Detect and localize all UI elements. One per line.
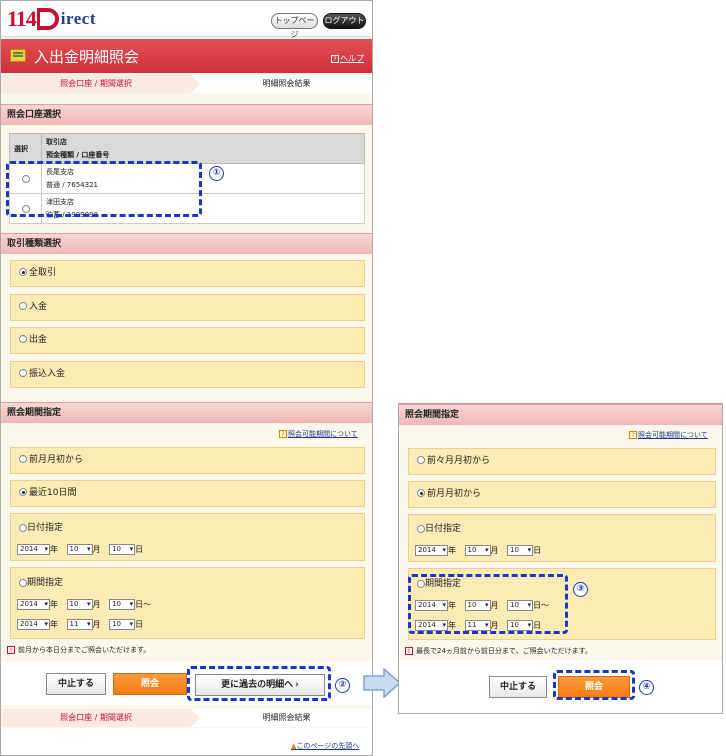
txn-option-deposit[interactable]: 入金 xyxy=(10,294,365,321)
left-screen: 114 irect トップページ ログアウト 入出金明細照会 ? ヘルプ 照会口座… xyxy=(0,0,373,756)
period-note: ! 前月から本日分までご照会いただけます。 xyxy=(7,645,150,655)
arrow-right-icon xyxy=(363,668,402,698)
page-title: 入出金明細照会 xyxy=(34,48,140,66)
radio[interactable] xyxy=(19,335,27,343)
month-select[interactable]: 10 xyxy=(66,544,93,555)
logout-button[interactable]: ログアウト xyxy=(323,13,366,29)
help-link[interactable]: ? ヘルプ xyxy=(331,53,364,64)
period-option-recent-10[interactable]: 最近10日間 xyxy=(10,480,365,507)
ledger-icon xyxy=(10,49,26,62)
col-branch-type: 取引店 預金種類 / 口座番号 xyxy=(41,133,365,164)
year-select[interactable]: 2014 xyxy=(17,544,50,555)
period-option-date[interactable]: 日付指定 2014年 10月 10日 xyxy=(10,513,365,561)
annotation-box-2 xyxy=(187,666,331,701)
annotation-box-1 xyxy=(6,161,202,217)
page-title-bar: 入出金明細照会 ? ヘルプ xyxy=(1,39,372,73)
radio[interactable] xyxy=(19,302,27,310)
cancel-button[interactable]: 中止する xyxy=(489,676,547,698)
period-info-link[interactable]: ? 照会可能期間について xyxy=(279,429,358,439)
radio[interactable] xyxy=(417,456,425,464)
period-option-prev2-month[interactable]: 前々月月初から xyxy=(408,448,716,475)
period-section-heading: 照会期間指定 xyxy=(1,402,372,423)
help-icon: ? xyxy=(629,431,637,439)
marker-3: ③ xyxy=(573,582,588,597)
footer-step-indicator: 照会口座 / 期間選択 明細照会結果 xyxy=(1,709,372,727)
top-page-button[interactable]: トップページ xyxy=(271,13,318,39)
table-header-row: 選択 取引店 預金種類 / 口座番号 xyxy=(9,133,365,164)
txn-option-all[interactable]: 全取引 xyxy=(10,260,365,287)
range-from-row: 2014年 10月 10日～ xyxy=(17,599,151,610)
bank-logo: 114 irect xyxy=(7,6,97,31)
annotation-box-3 xyxy=(408,574,568,634)
month-select[interactable]: 10 xyxy=(464,545,491,556)
annotation-box-4 xyxy=(553,670,635,700)
year-select[interactable]: 2014 xyxy=(17,619,50,630)
date-row: 2014年 10月 10日 xyxy=(17,544,143,555)
day-select[interactable]: 10 xyxy=(507,545,534,556)
day-select[interactable]: 10 xyxy=(109,619,136,630)
radio[interactable] xyxy=(19,578,27,587)
period-option-range[interactable]: 期間指定 2014年 10月 10日～ 2014年 11月 10日 xyxy=(10,567,365,639)
marker-1: ① xyxy=(209,166,224,181)
step-next: 明細照会結果 xyxy=(262,79,311,88)
period-option-prev-month[interactable]: 前月月初から xyxy=(10,447,365,474)
radio[interactable] xyxy=(417,524,425,533)
step-next: 明細照会結果 xyxy=(262,713,311,722)
period-info-link[interactable]: ? 照会可能期間について xyxy=(629,430,708,440)
month-select[interactable]: 10 xyxy=(66,599,93,610)
marker-4: ④ xyxy=(639,680,654,695)
date-row: 2014年 10月 10日 xyxy=(415,545,541,556)
txn-option-transfer-in[interactable]: 振込入金 xyxy=(10,361,365,388)
radio[interactable] xyxy=(19,369,27,377)
txn-option-withdrawal[interactable]: 出金 xyxy=(10,327,365,354)
day-select[interactable]: 10 xyxy=(109,544,136,555)
alert-icon: ! xyxy=(7,646,15,654)
radio-selected[interactable] xyxy=(19,268,27,276)
step-current: 照会口座 / 期間選択 xyxy=(1,75,200,93)
day-select[interactable]: 10 xyxy=(109,599,136,610)
step-current: 照会口座 / 期間選択 xyxy=(1,709,200,727)
radio-selected[interactable] xyxy=(417,489,425,497)
right-screen: 照会期間指定 ? 照会可能期間について 前々月月初から 前月月初から 日付指定 2… xyxy=(398,403,723,714)
step-indicator: 照会口座 / 期間選択 明細照会結果 xyxy=(1,75,372,93)
radio[interactable] xyxy=(19,455,27,463)
header-bar: 114 irect トップページ ログアウト xyxy=(1,1,372,39)
period-option-date[interactable]: 日付指定 2014年 10月 10日 xyxy=(408,514,716,562)
year-select[interactable]: 2014 xyxy=(415,545,448,556)
period-option-prev-month[interactable]: 前月月初から xyxy=(408,481,716,508)
account-section-heading: 照会口座選択 xyxy=(1,104,372,125)
inquire-button[interactable]: 照会 xyxy=(113,673,187,695)
range-to-row: 2014年 11月 10日 xyxy=(17,619,143,630)
period-section-heading: 照会期間指定 xyxy=(399,404,722,425)
cancel-button[interactable]: 中止する xyxy=(46,673,106,695)
txn-section-heading: 取引種類選択 xyxy=(1,233,372,254)
year-select[interactable]: 2014 xyxy=(17,599,50,610)
radio-selected[interactable] xyxy=(19,488,27,496)
help-icon: ? xyxy=(279,430,287,438)
help-icon: ? xyxy=(331,55,339,63)
radio[interactable] xyxy=(19,523,27,532)
month-select[interactable]: 11 xyxy=(66,619,93,630)
alert-icon: ! xyxy=(405,647,413,655)
period-note: ! 最長で24ヵ月前から前日分まで、ご照会いただけます。 xyxy=(405,646,592,656)
marker-2: ② xyxy=(335,678,350,693)
col-select: 選択 xyxy=(9,133,42,164)
page-top-link[interactable]: ▲このページの先頭へ xyxy=(291,741,359,751)
